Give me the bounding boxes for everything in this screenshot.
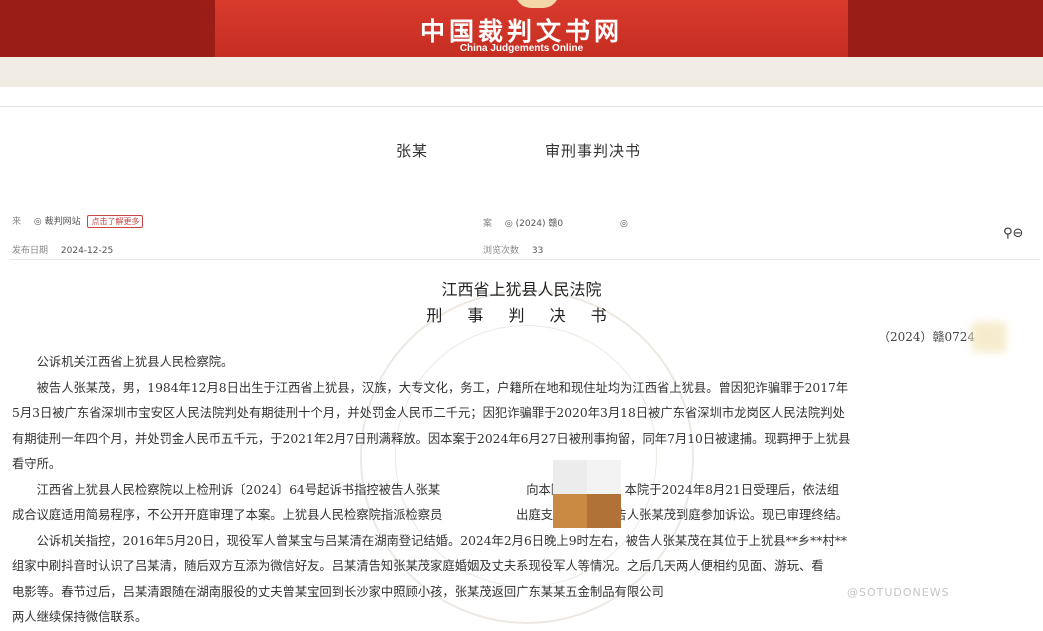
view-count-value: 33: [531, 246, 544, 256]
judgment-paragraph: 被告人张某茂，男，1984年12月8日出生于江西省上犹县，汉族，大专文化，务工，…: [36, 380, 849, 395]
divider: [0, 106, 1043, 107]
judgment-paragraph: 5月3日被广东省深圳市宝安区人民法院判处有期徒刑十个月，并处罚金人民币二千元；因…: [12, 406, 845, 420]
print-icon[interactable]: ⊖: [1013, 226, 1024, 241]
case-meta: 案 ◎ (2024) 赣0 ◎: [483, 216, 628, 229]
view-count-label: 浏览次数: [483, 246, 520, 256]
court-name: 江西省上犹县人民法院: [441, 280, 602, 299]
judgment-paragraph: 两人继续保持微信联系。: [12, 610, 148, 624]
judgment-paragraph: 江西省上犹县人民检察院以上检刑诉〔2024〕64号起诉书指控被告人张某 向本院提…: [36, 482, 840, 497]
publish-date-value: 2024-12-25: [60, 246, 114, 256]
mosaic-redaction: [553, 460, 621, 528]
judgment-paragraph: 有期徒刑一年四个月，并处罚金人民币五千元，于2021年2月7日刑满释放。因本案于…: [12, 431, 851, 446]
source-value: ◎ 裁判网站: [33, 217, 81, 227]
site-subtitle: China Judgements Online: [459, 43, 584, 54]
case-label: 案: [483, 219, 493, 229]
view-count-meta: 浏览次数 33: [483, 243, 543, 256]
learn-more-button[interactable]: 点击了解更多: [87, 215, 144, 228]
publish-date-meta: 发布日期 2024-12-25: [12, 243, 113, 256]
redaction-blur: [972, 322, 1006, 352]
document-kind-title: 审刑事判决书: [545, 142, 642, 160]
share-icon[interactable]: ⚲: [1003, 226, 1013, 241]
judgment-paragraph: 成合议庭适用简易程序，不公开开庭审理了本案。上犹县人民检察院指派检察员 出庭支持…: [12, 508, 849, 522]
source-watermark: @SOTUDONEWS: [847, 586, 950, 599]
source-meta: 来 ◎ 裁判网站 点击了解更多: [12, 214, 144, 228]
judgment-paragraph: 看守所。: [12, 457, 62, 471]
judgment-paragraph: 组家中刷抖音时认识了吕某清，随后双方互添为微信好友。吕某清告知张某茂家庭婚姻及丈…: [12, 559, 824, 573]
judgment-paragraph: 公诉机关江西省上犹县人民检察院。: [36, 355, 234, 369]
nav-subbar: [0, 57, 1043, 87]
judgment-paragraph: 公诉机关指控，2016年5月20日，现役军人曾某宝与吕某清在湖南登记结婚。202…: [36, 533, 848, 548]
case-suffix-icon: ◎: [620, 219, 628, 229]
toolbar-icons: ⚲⊖: [1003, 226, 1023, 241]
divider: [10, 259, 1040, 260]
document-type: 刑 事 判 决 书: [426, 306, 617, 325]
source-label: 来: [12, 217, 22, 227]
site-header-banner: 中国裁判文书网 China Judgements Online: [0, 0, 1043, 57]
case-number: （2024）赣0724: [878, 330, 976, 344]
case-value: ◎ (2024) 赣0: [504, 219, 564, 229]
party-name: 张某: [396, 142, 429, 160]
publish-date-label: 发布日期: [12, 246, 49, 256]
